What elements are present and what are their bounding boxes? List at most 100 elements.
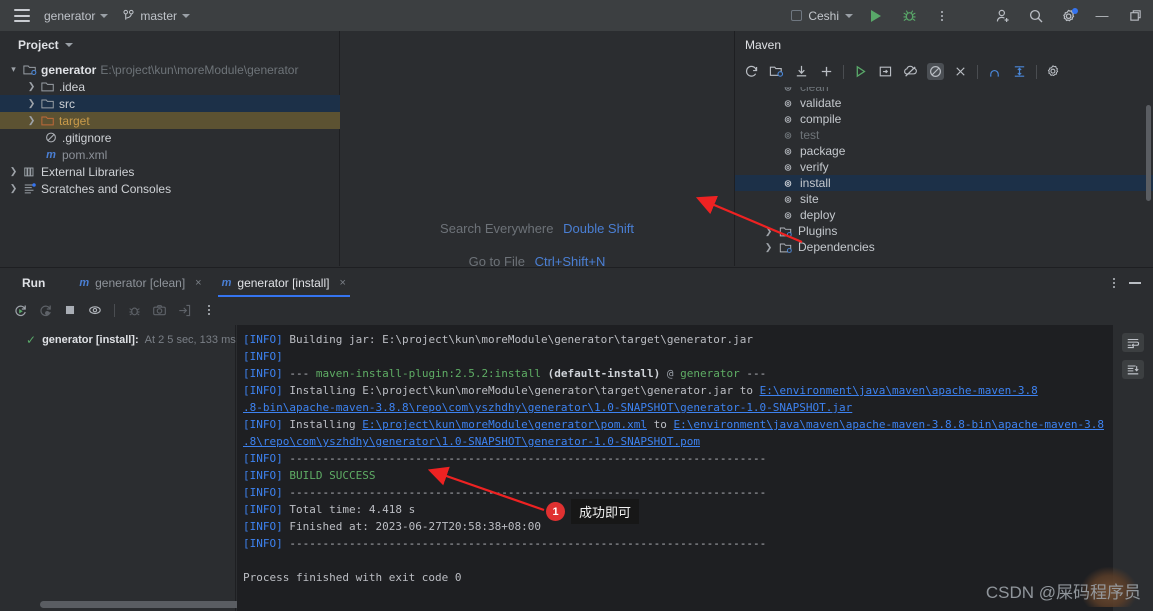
rerun-failed-icon[interactable] (37, 302, 53, 318)
console-text: (default-install) (541, 367, 661, 380)
execute-maven-goal-icon[interactable] (877, 63, 894, 80)
expand-icon[interactable] (1011, 63, 1028, 80)
hamburger-icon[interactable] (14, 9, 30, 22)
callout-number: 1 (546, 502, 565, 521)
generate-sources-icon[interactable] (768, 63, 785, 80)
editor-empty-area: Search Everywhere Double Shift Go to Fil… (341, 31, 733, 269)
maven-goal-package[interactable]: package (735, 143, 1153, 159)
filter-icon[interactable] (87, 302, 103, 318)
close-icon[interactable]: × (339, 277, 345, 289)
tree-item-src[interactable]: ❯ src (0, 95, 340, 112)
more-vertical-icon[interactable] (1113, 277, 1115, 288)
download-sources-icon[interactable] (793, 63, 810, 80)
maven-settings-icon[interactable] (1045, 63, 1062, 80)
settings-button[interactable] (1059, 6, 1079, 26)
toolbar-separator (977, 64, 978, 79)
skip-tests-icon[interactable] (927, 63, 944, 80)
console-link[interactable]: E:\environment\java\maven\apache-maven-3… (760, 384, 1038, 397)
console-text: [INFO] (243, 537, 283, 550)
search-button[interactable] (1026, 6, 1046, 26)
collapse-all-icon[interactable] (952, 63, 969, 80)
console-link[interactable]: .8-bin\apache-maven-3.8.8\repo\com\yszhd… (243, 401, 852, 414)
console-link[interactable]: .8\repo\com\yszhdhy\generator\1.0-SNAPSH… (243, 435, 700, 448)
minimize-icon: — (1095, 8, 1109, 23)
run-result-horizontal-scrollbar[interactable] (40, 601, 255, 608)
soft-wrap-icon[interactable] (1122, 333, 1144, 352)
tree-item-generator[interactable]: ▾ generator E:\project\kun\moreModule\ge… (0, 61, 339, 78)
run-tab-generator-install[interactable]: m generator [install] × (212, 268, 356, 297)
tree-item-target[interactable]: ❯ target (0, 112, 340, 129)
chevron-down-icon[interactable] (64, 42, 73, 47)
console-output[interactable]: [INFO] Building jar: E:\project\kun\more… (237, 325, 1113, 611)
screenshot-icon[interactable] (151, 302, 167, 318)
chevron-right-icon[interactable]: ❯ (763, 226, 774, 237)
maven-goal-verify[interactable]: verify (735, 159, 1153, 175)
run-result-row[interactable]: ✓ generator [install]: At 2 5 sec, 133 m… (0, 331, 236, 348)
chevron-right-icon[interactable]: ❯ (763, 242, 774, 253)
add-account-button[interactable] (993, 6, 1013, 26)
tree-item-scratches-and-consoles[interactable]: ❯ Scratches and Consoles (0, 180, 339, 197)
console-link[interactable]: E:\project\kun\moreModule\generator\pom.… (362, 418, 647, 431)
console-line: .8\repo\com\yszhdhy\generator\1.0-SNAPSH… (243, 433, 1113, 450)
tree-item-external-libraries[interactable]: ❯ External Libraries (0, 163, 339, 180)
export-icon[interactable] (176, 302, 192, 318)
tip-search-everywhere: Search Everywhere Double Shift (341, 221, 733, 236)
chevron-right-icon[interactable]: ❯ (26, 81, 37, 92)
maven-goal-label: install (800, 176, 831, 190)
console-text: --- (282, 367, 316, 380)
add-maven-project-icon[interactable] (818, 63, 835, 80)
maven-goal-install[interactable]: install (735, 175, 1153, 191)
maven-goal-compile[interactable]: compile (735, 111, 1153, 127)
hide-icon[interactable] (1129, 281, 1141, 284)
console-line: [INFO] ---------------------------------… (243, 450, 1113, 467)
console-text: [INFO] (243, 520, 283, 533)
close-icon[interactable]: × (195, 277, 201, 289)
maven-goal-site[interactable]: site (735, 191, 1153, 207)
chevron-expanded-icon[interactable]: ▾ (8, 64, 19, 75)
maven-node-dependencies[interactable]: ❯ Dependencies (735, 239, 1153, 255)
reload-all-maven-projects-icon[interactable] (743, 63, 760, 80)
console-link[interactable]: E:\environment\java\maven\apache-maven-3… (674, 418, 1104, 431)
maven-tree-scrollbar[interactable] (1146, 105, 1151, 201)
stop-icon[interactable] (62, 302, 78, 318)
toggle-offline-mode-icon[interactable] (902, 63, 919, 80)
run-configuration-selector[interactable]: Ceshi (791, 9, 853, 23)
chevron-right-icon[interactable]: ❯ (8, 183, 19, 194)
run-tab-generator-clean[interactable]: m generator [clean] × (69, 268, 211, 297)
project-name-dropdown[interactable]: generator (44, 9, 109, 23)
maven-goal-validate[interactable]: validate (735, 95, 1153, 111)
console-text: [INFO] (243, 367, 283, 380)
maven-m-icon: m (79, 276, 90, 289)
maven-goal-clean[interactable]: clean (735, 87, 1153, 95)
scratches-icon (24, 183, 36, 194)
more-vertical-icon[interactable] (201, 302, 217, 318)
maven-goal-deploy[interactable]: deploy (735, 207, 1153, 223)
console-text: Process finished with exit code 0 (243, 571, 462, 584)
rerun-icon[interactable] (12, 302, 28, 318)
minimize-button[interactable]: — (1092, 6, 1112, 26)
scroll-to-end-icon[interactable] (1122, 360, 1144, 379)
maven-goal-label: verify (800, 160, 829, 174)
maven-goal-test[interactable]: test (735, 127, 1153, 143)
title-bar-left-group: generator master (0, 0, 191, 31)
show-dependencies-icon[interactable] (986, 63, 1003, 80)
chevron-right-icon[interactable]: ❯ (26, 98, 37, 109)
run-result-name: generator [install]: (42, 333, 139, 346)
maven-node-plugins[interactable]: ❯ Plugins (735, 223, 1153, 239)
debug-button[interactable] (899, 6, 919, 26)
run-button[interactable] (866, 6, 886, 26)
git-branch-dropdown[interactable]: master (122, 9, 191, 23)
debug-icon[interactable] (126, 302, 142, 318)
run-tab-bar: Run m generator [clean] × m generator [i… (0, 268, 1153, 297)
tree-item-gitignore[interactable]: .gitignore (0, 129, 339, 146)
chevron-right-icon[interactable]: ❯ (26, 115, 37, 126)
run-maven-build-icon[interactable] (852, 63, 869, 80)
tree-item-pom-xml[interactable]: m pom.xml (0, 146, 339, 163)
run-toolbar (0, 297, 1153, 323)
tree-label-pom-xml: pom.xml (62, 147, 108, 162)
more-actions-button[interactable] (932, 6, 952, 26)
restore-button[interactable] (1125, 6, 1145, 26)
tree-item-idea[interactable]: ❯ .idea (0, 78, 339, 95)
chevron-right-icon[interactable]: ❯ (8, 166, 19, 177)
console-text: generator (680, 367, 740, 380)
